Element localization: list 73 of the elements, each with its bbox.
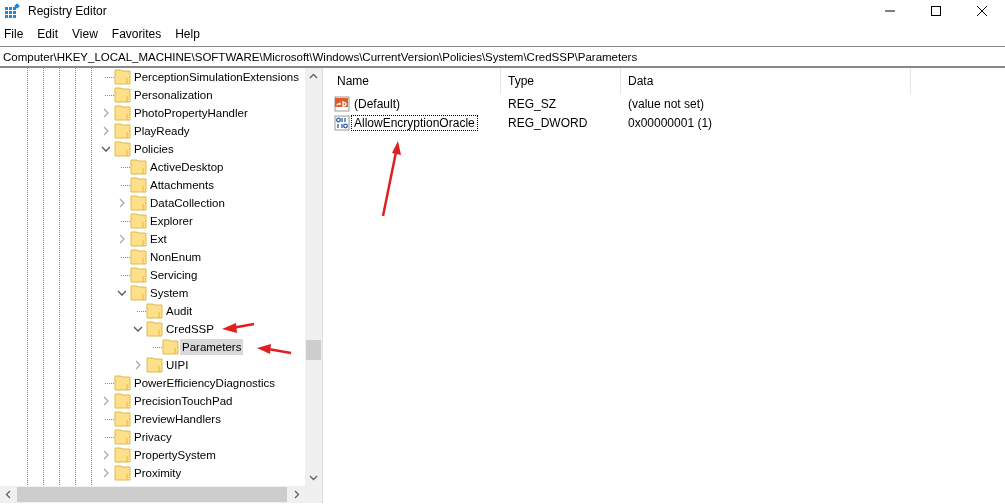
tree-item[interactable]: Ext <box>148 231 169 247</box>
folder-icon <box>130 231 147 247</box>
tree-item[interactable]: PrecisionTouchPad <box>132 393 235 409</box>
column-header[interactable]: Data <box>621 68 911 94</box>
folder-icon <box>146 303 163 319</box>
tree-item[interactable]: PhotoPropertyHandler <box>132 105 250 121</box>
tree-item[interactable]: Attachments <box>148 177 216 193</box>
scrollbar-thumb[interactable] <box>306 340 321 360</box>
tree-item[interactable]: CredSSP <box>164 321 216 337</box>
folder-icon <box>114 105 131 121</box>
folder-icon <box>130 267 147 283</box>
tree-item[interactable]: PreviewHandlers <box>132 411 223 427</box>
folder-icon <box>130 213 147 229</box>
tree-item[interactable]: PropertySystem <box>132 447 218 463</box>
tree-item[interactable]: NonEnum <box>148 249 204 265</box>
folder-icon <box>114 447 131 463</box>
tree-item[interactable]: ActiveDesktop <box>148 159 226 175</box>
folder-icon <box>162 339 179 355</box>
value-type: REG_SZ <box>508 96 556 111</box>
tree-item[interactable]: Personalization <box>132 87 215 103</box>
maximize-icon <box>930 5 942 17</box>
menu-item[interactable]: Edit <box>37 27 66 41</box>
folder-icon <box>130 285 147 301</box>
folder-icon <box>114 375 131 391</box>
folder-icon <box>130 195 147 211</box>
string-value-icon <box>334 95 350 112</box>
menu-item[interactable]: File <box>4 27 31 41</box>
folder-icon <box>114 69 131 85</box>
tree-item[interactable]: Audit <box>164 303 195 319</box>
value-type: REG_DWORD <box>508 115 588 130</box>
vertical-scrollbar[interactable] <box>305 68 322 486</box>
folder-icon <box>114 465 131 481</box>
column-header[interactable]: Name <box>330 68 501 94</box>
tree-item[interactable]: PowerEfficiencyDiagnostics <box>132 375 278 391</box>
folder-icon <box>146 357 163 373</box>
value-name[interactable]: (Default) <box>351 95 403 112</box>
tree-item[interactable]: DataCollection <box>148 195 227 211</box>
value-data: (value not set) <box>628 96 705 111</box>
annotation-arrow <box>222 322 255 333</box>
folder-icon <box>114 393 131 409</box>
folder-icon <box>130 177 147 193</box>
annotation-arrow <box>257 344 292 355</box>
tree-item[interactable]: Privacy <box>132 429 174 445</box>
window-title: Registry Editor <box>28 4 108 18</box>
value-data: 0x00000001 (1) <box>628 115 713 130</box>
tree-item[interactable]: Parameters <box>180 339 244 355</box>
tree-item[interactable]: UIPI <box>164 357 191 373</box>
tree-item[interactable]: Proximity <box>132 465 184 481</box>
address-bar[interactable]: Computer\HKEY_LOCAL_MACHINE\SOFTWARE\Microsoft\Windows\CurrentVersion\Policies\System\CredSSP\Parameters <box>0 46 1005 68</box>
tree-item[interactable]: Servicing <box>148 267 200 283</box>
menu-item[interactable]: Favorites <box>111 27 169 41</box>
horizontal-scrollbar[interactable] <box>0 486 322 503</box>
folder-icon <box>114 87 131 103</box>
column-header[interactable]: Type <box>501 68 621 94</box>
menu-item[interactable]: Help <box>175 27 207 41</box>
folder-icon <box>146 321 163 337</box>
tree-item[interactable]: Explorer <box>148 213 195 229</box>
folder-icon <box>114 141 131 157</box>
tree-item[interactable]: System <box>148 285 191 301</box>
tree-item[interactable]: PlayReady <box>132 123 192 139</box>
folder-icon <box>114 123 131 139</box>
binary-value-icon <box>334 114 350 131</box>
scrollbar-thumb[interactable] <box>17 487 287 502</box>
folder-icon <box>114 411 131 427</box>
tree-item[interactable]: PerceptionSimulationExtensions <box>132 69 301 85</box>
tree-item[interactable]: Policies <box>132 141 176 157</box>
app-icon <box>4 3 20 19</box>
folder-icon <box>114 429 131 445</box>
folder-icon <box>130 159 147 175</box>
menu-item[interactable]: View <box>72 27 105 41</box>
folder-icon <box>130 249 147 265</box>
value-name[interactable]: AllowEncryptionOracle <box>351 114 478 131</box>
close-icon <box>976 5 988 17</box>
